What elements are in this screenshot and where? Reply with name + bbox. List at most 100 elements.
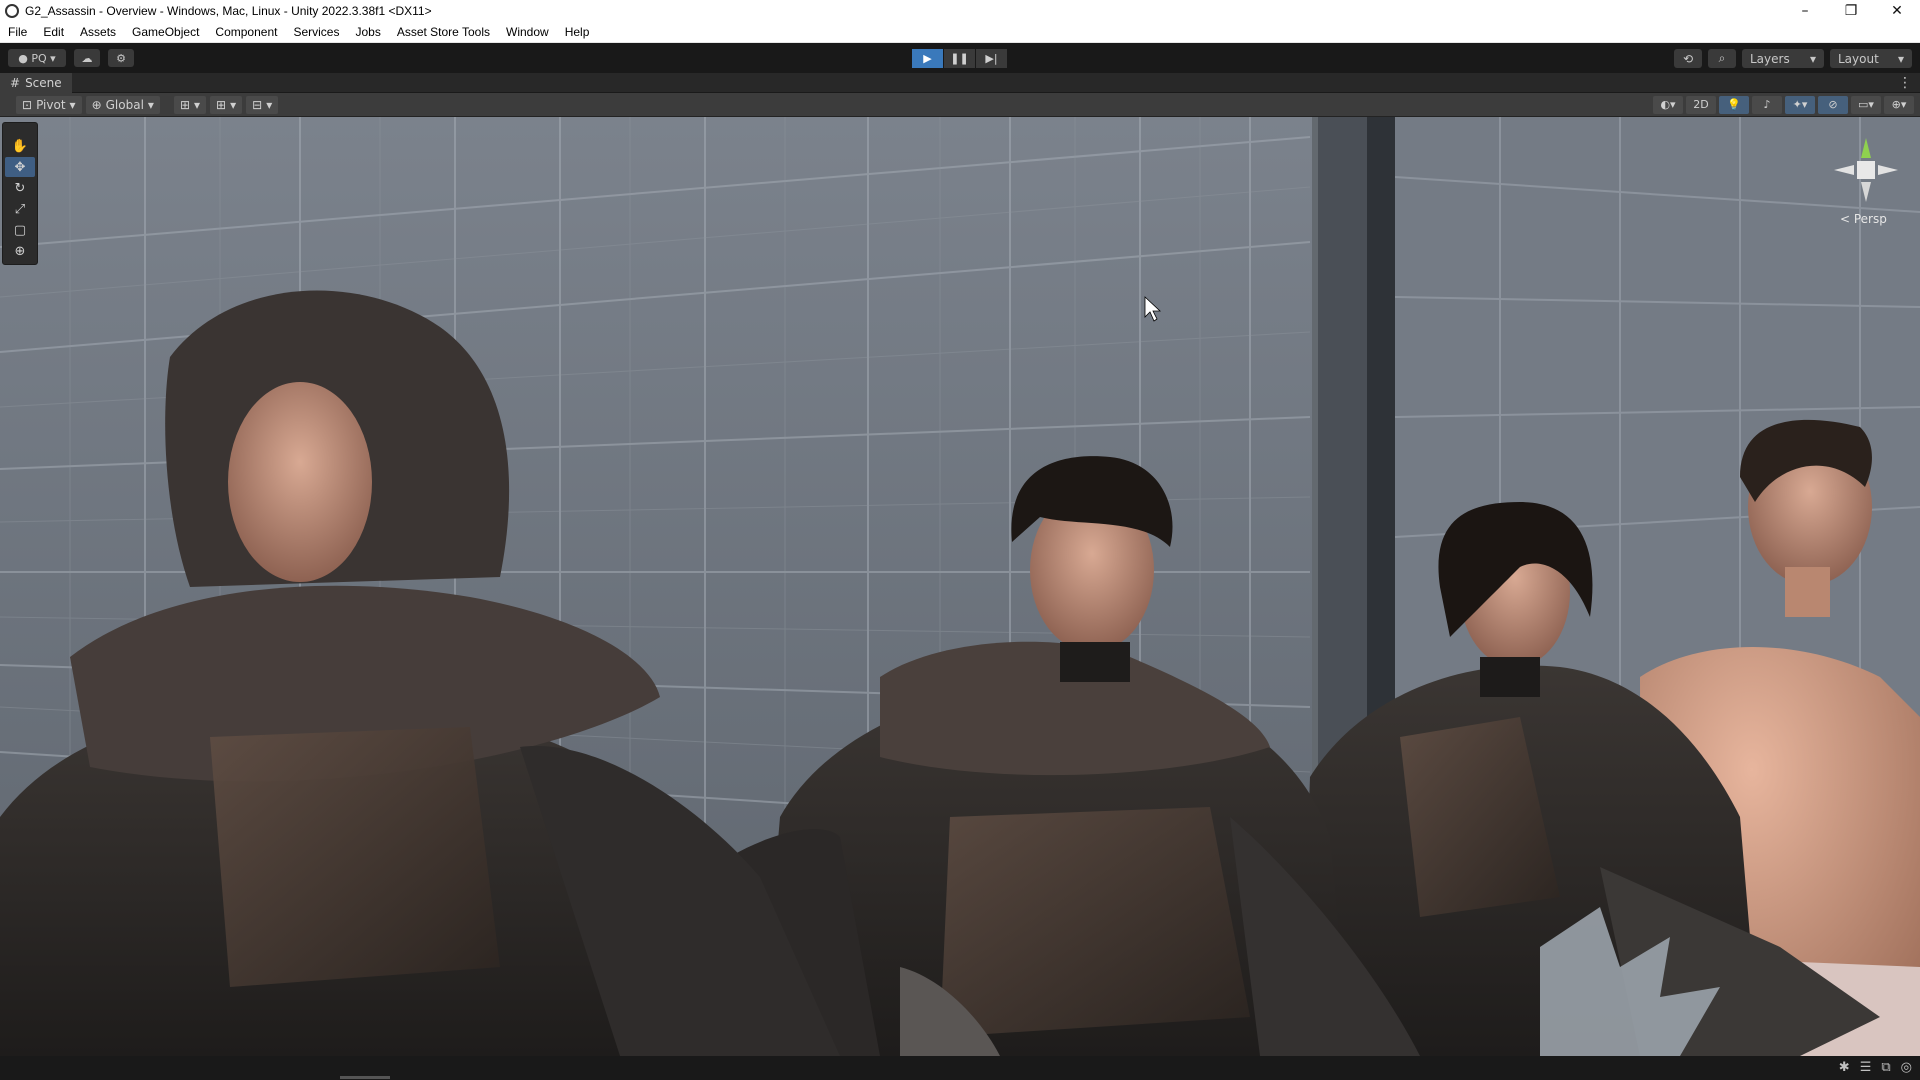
main-toolbar: ● PQ ▾ ☁ ⚙ ▶ ❚❚ ▶| ⟲ ⌕ Layers ▾ Layout ▾: [0, 43, 1920, 73]
chevron-down-icon: ▾: [266, 97, 273, 112]
chevron-down-icon: ▾: [194, 97, 201, 112]
tab-scene-label: Scene: [25, 75, 62, 90]
layout-dropdown[interactable]: Layout ▾: [1830, 49, 1912, 68]
chevron-down-icon: ▾: [1897, 51, 1904, 66]
chevron-down-icon: ▾: [230, 97, 237, 112]
restore-button[interactable]: ❐: [1828, 0, 1874, 22]
minimize-button[interactable]: –: [1782, 0, 1828, 22]
effects-icon: ✦▾: [1792, 98, 1808, 111]
layers-dropdown[interactable]: Layers ▾: [1742, 49, 1824, 68]
pivot-icon: ⊡: [22, 97, 33, 112]
transform-tools-palette: ✋ ✥ ↻ ⤢ ▢ ⊕: [2, 122, 38, 265]
window-title: G2_Assassin - Overview - Windows, Mac, L…: [25, 4, 432, 18]
tab-scene[interactable]: # Scene: [0, 72, 72, 93]
menu-edit[interactable]: Edit: [35, 25, 72, 39]
cloud-icon: ☁: [81, 51, 93, 65]
rect-tool-button[interactable]: ▢: [5, 220, 35, 240]
progress-indicator: [340, 1076, 390, 1079]
global-toggle[interactable]: ⊕ Global ▾: [85, 95, 160, 114]
close-button[interactable]: ✕: [1874, 0, 1920, 22]
check-icon[interactable]: ◎: [1901, 1060, 1912, 1075]
rect-icon: ▢: [13, 222, 27, 238]
menu-gameobject[interactable]: GameObject: [124, 25, 207, 39]
global-label: Global: [105, 97, 144, 112]
scale-icon: ⤢: [14, 201, 26, 217]
audio-toggle[interactable]: ♪: [1752, 95, 1782, 114]
shading-icon: ◐▾: [1660, 98, 1676, 111]
account-icon: ●: [18, 51, 32, 65]
menu-window[interactable]: Window: [498, 25, 557, 39]
account-label: PQ: [31, 51, 47, 65]
gizmo-icon: ⊕▾: [1891, 98, 1907, 111]
effects-dropdown[interactable]: ✦▾: [1785, 95, 1815, 114]
orientation-gizmo[interactable]: < Persp: [1826, 130, 1906, 240]
rotate-icon: ↻: [14, 180, 26, 196]
pause-button[interactable]: ❚❚: [944, 49, 975, 68]
layout-label: Layout: [1838, 51, 1879, 66]
rotate-tool-button[interactable]: ↻: [5, 178, 35, 198]
menu-assets[interactable]: Assets: [72, 25, 124, 39]
network-icon[interactable]: ⧉: [1881, 1060, 1890, 1075]
draw-mode-dropdown[interactable]: ◐▾: [1653, 95, 1683, 114]
search-icon: ⌕: [1718, 51, 1726, 65]
grid-snap-toggle[interactable]: ⊞ ▾: [173, 95, 207, 114]
status-bar: ✱ ☰ ⧉ ◎: [0, 1056, 1920, 1080]
globe-icon: ⊕: [91, 97, 102, 112]
move-tool-button[interactable]: ✥: [5, 157, 35, 177]
hand-icon: ✋: [11, 138, 29, 154]
scene-viewport[interactable]: [0, 117, 1920, 1056]
menu-component[interactable]: Component: [207, 25, 285, 39]
toggle-2d-button[interactable]: 2D: [1686, 95, 1716, 114]
transform-tool-button[interactable]: ⊕: [5, 241, 35, 261]
camera-icon: ▭▾: [1858, 98, 1874, 111]
eye-slash-icon: ⊘: [1828, 98, 1838, 111]
layers-stack-icon[interactable]: ☰: [1860, 1060, 1872, 1075]
menu-file[interactable]: File: [0, 25, 35, 39]
chevron-down-icon: ▾: [147, 97, 154, 112]
cloud-button[interactable]: ☁: [74, 49, 100, 67]
chevron-down-icon: ▾: [1809, 51, 1816, 66]
scene-grid-icon: #: [10, 75, 21, 90]
step-button[interactable]: ▶|: [976, 49, 1007, 68]
camera-settings-dropdown[interactable]: ▭▾: [1851, 95, 1881, 114]
collab-button[interactable]: ⚙: [108, 49, 134, 67]
account-dropdown[interactable]: ● PQ ▾: [8, 49, 66, 67]
scene-toolbar-right: ◐▾ 2D 💡 ♪ ✦▾ ⊘ ▭▾ ⊕▾: [1653, 95, 1914, 114]
vertex-snap-toggle[interactable]: ⊟ ▾: [246, 95, 279, 114]
snap-icon: ⊞: [216, 97, 227, 112]
pivot-toggle[interactable]: ⊡ Pivot ▾: [16, 95, 82, 114]
grid-icon: ⊞: [179, 97, 190, 112]
axis-gizmo-icon: [1834, 138, 1898, 202]
window-controls: – ❐ ✕: [1782, 0, 1920, 22]
move-icon: ✥: [14, 159, 26, 175]
palette-grip[interactable]: [5, 125, 35, 135]
transform-icon: ⊕: [14, 243, 26, 259]
lighting-toggle[interactable]: 💡: [1719, 95, 1749, 114]
hidden-objects-toggle[interactable]: ⊘: [1818, 95, 1848, 114]
more-options-icon[interactable]: ⋮: [1898, 75, 1912, 91]
menu-jobs[interactable]: Jobs: [347, 25, 388, 39]
menu-services[interactable]: Services: [285, 25, 347, 39]
layers-label: Layers: [1750, 51, 1790, 66]
bug-icon[interactable]: ✱: [1839, 1060, 1850, 1075]
menu-asset-store-tools[interactable]: Asset Store Tools: [389, 25, 498, 39]
scale-tool-button[interactable]: ⤢: [5, 199, 35, 219]
pivot-label: Pivot: [36, 97, 66, 112]
collab-icon: ⚙: [116, 51, 126, 65]
menu-help[interactable]: Help: [557, 25, 598, 39]
scene-render: [0, 117, 1920, 1056]
camera-mode-label[interactable]: < Persp: [1840, 212, 1887, 226]
search-button[interactable]: ⌕: [1708, 49, 1736, 68]
hand-tool-button[interactable]: ✋: [5, 136, 35, 156]
increment-snap-toggle[interactable]: ⊞ ▾: [210, 95, 243, 114]
history-icon: ⟲: [1682, 51, 1694, 66]
chevron-down-icon: ▾: [46, 51, 56, 65]
unity-logo-icon: [5, 4, 19, 18]
chevron-down-icon: ▾: [69, 97, 76, 112]
scene-tab-bar: # Scene ⋮: [0, 72, 1920, 93]
play-button[interactable]: ▶: [912, 49, 943, 68]
audio-icon: ♪: [1763, 98, 1771, 111]
status-icons: ✱ ☰ ⧉ ◎: [1839, 1060, 1912, 1075]
undo-history-button[interactable]: ⟲: [1674, 49, 1702, 68]
gizmos-dropdown[interactable]: ⊕▾: [1884, 95, 1914, 114]
